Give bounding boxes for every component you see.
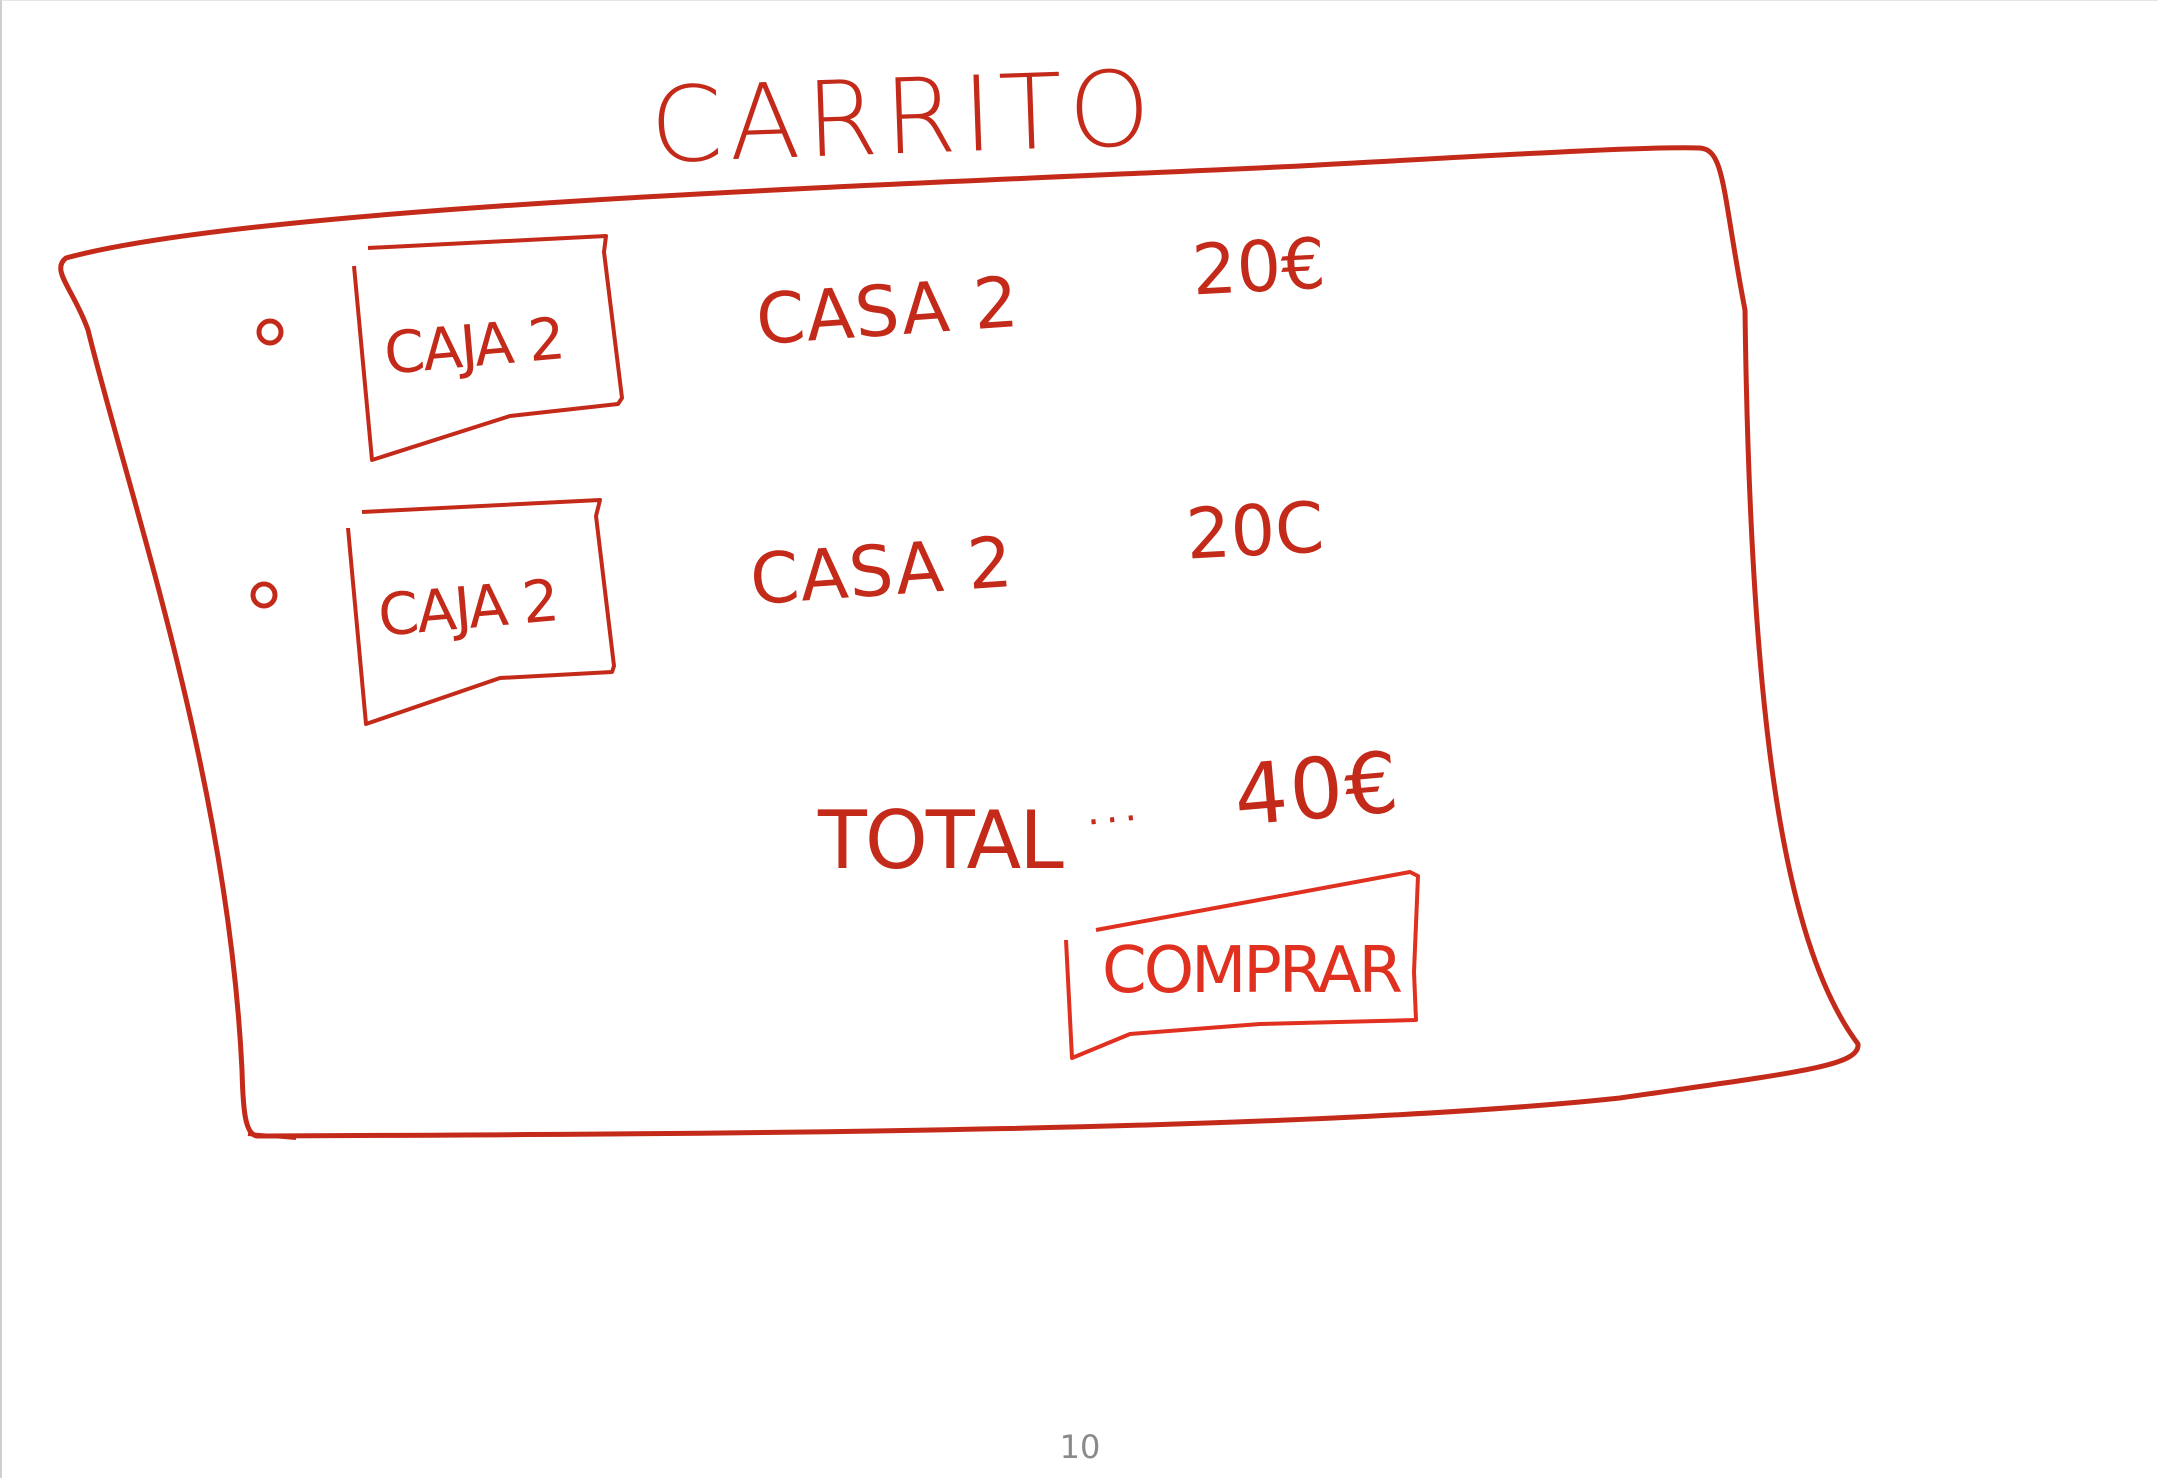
total-separator: ... <box>1083 783 1145 835</box>
item-1-bullet <box>256 318 284 346</box>
page-title: CARRITO <box>648 47 1159 187</box>
total-value: 40€ <box>1230 732 1405 846</box>
sketch-drawing <box>58 145 1861 1140</box>
buy-button-label: COMPRAR <box>1102 934 1403 1008</box>
item-2-bullet <box>250 581 278 609</box>
page-number: 10 <box>1059 1428 1101 1466</box>
item-1-price: 20€ <box>1189 222 1328 312</box>
total-label: TOTAL <box>818 794 1064 887</box>
buy-button[interactable]: COMPRAR <box>1068 890 1418 1050</box>
item-2-price: 20C <box>1183 486 1327 576</box>
